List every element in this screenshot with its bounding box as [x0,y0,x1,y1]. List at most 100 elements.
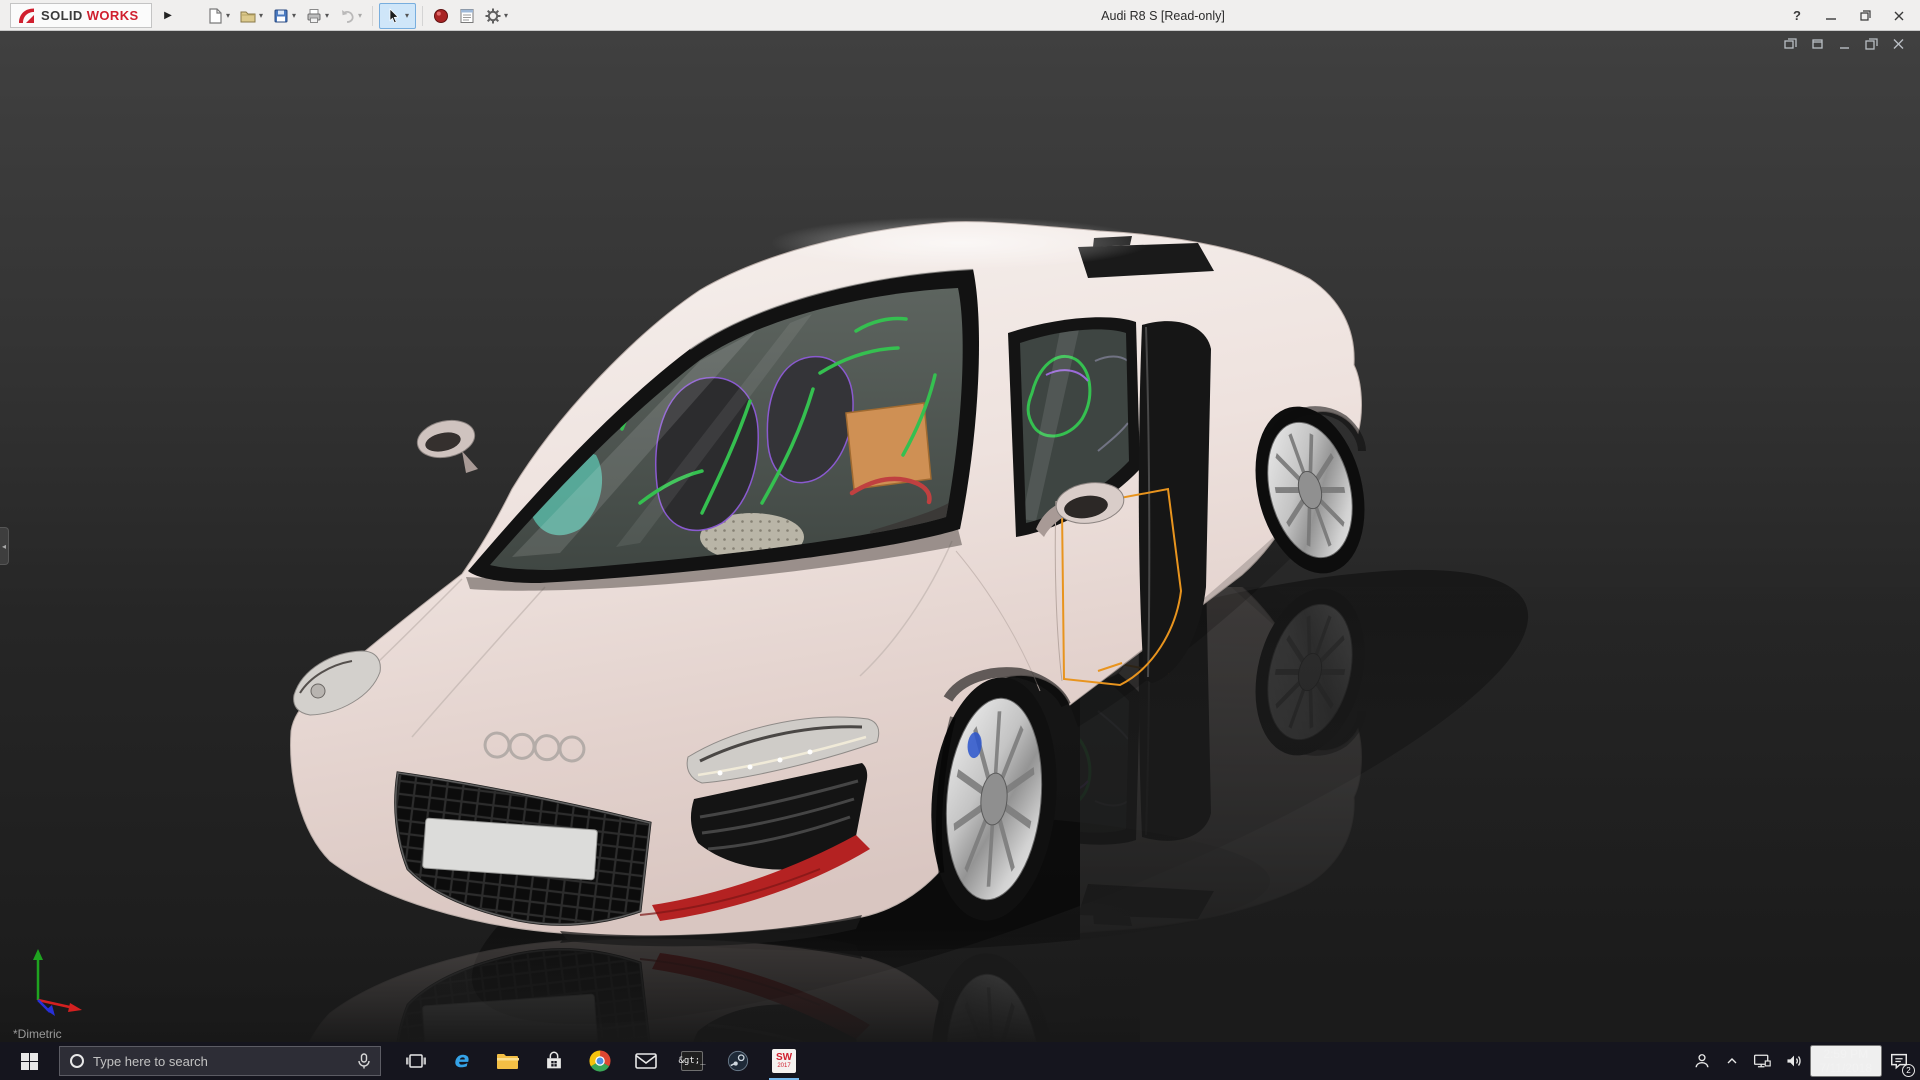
restore-button[interactable] [1850,3,1880,29]
microphone-icon[interactable] [357,1053,371,1069]
open-folder-icon [239,7,257,25]
chevron-up-icon [1724,1053,1740,1069]
action-center-button[interactable]: 2 [1882,1042,1916,1080]
titlebar: SOLID WORKS ▶ ▾ [0,0,1920,31]
minimize-icon [1825,10,1837,22]
network-button[interactable] [1746,1042,1778,1080]
save-caret-icon[interactable]: ▾ [292,11,300,20]
windows-start-icon [21,1053,38,1070]
search-input[interactable] [93,1054,349,1069]
minimize-button[interactable] [1816,3,1846,29]
solidworks-app-button[interactable]: SW 2017 [761,1042,807,1080]
logo-text-works: WORKS [87,8,139,23]
hidden-icons-button[interactable] [1718,1042,1746,1080]
system-tray: 2:59 PM 7/11/2018 2 [1686,1042,1920,1080]
options-caret-icon[interactable]: ▾ [504,11,512,20]
solidworks-app-icon: SW 2017 [772,1049,796,1073]
close-icon [1893,10,1905,22]
taskbar-clock[interactable]: 2:59 PM 7/11/2018 [1810,1045,1883,1077]
mail-icon [634,1051,658,1071]
orientation-triad[interactable] [20,942,94,1016]
doc-minimize-button[interactable] [1834,36,1854,52]
doc-close-button[interactable] [1888,36,1908,52]
doc-float-icon [1810,37,1825,51]
help-button[interactable]: ? [1782,3,1812,29]
viewport[interactable]: ◂ *Dimetric [0,31,1920,1042]
file-explorer-button[interactable] [485,1042,531,1080]
taskbar: e [0,1042,1920,1080]
doc-close-icon [1891,37,1906,51]
open-button[interactable] [236,4,260,28]
doc-restore-icon [1864,37,1879,51]
cortana-icon [69,1053,85,1069]
undo-caret-icon[interactable]: ▾ [358,11,366,20]
close-button[interactable] [1884,3,1914,29]
window-controls: ? [1782,0,1914,31]
options-button[interactable] [481,4,505,28]
task-view-button[interactable] [393,1042,439,1080]
taskbar-apps: e [393,1042,807,1080]
store-button[interactable] [531,1042,577,1080]
edge-icon: e [455,1050,470,1072]
people-button[interactable] [1686,1042,1718,1080]
collapse-arrow-icon: ◂ [2,542,6,551]
print-caret-icon[interactable]: ▾ [325,11,333,20]
undo-button[interactable] [335,4,359,28]
doc-cascade-button[interactable] [1780,36,1800,52]
notification-badge: 2 [1902,1064,1915,1077]
document-window-controls [1780,36,1908,52]
file-explorer-icon [496,1051,520,1071]
task-view-icon [405,1051,427,1071]
volume-button[interactable] [1778,1042,1810,1080]
new-document-button[interactable] [203,4,227,28]
solidworks-logo-icon [17,6,37,26]
help-icon: ? [1793,8,1801,23]
restore-icon [1859,9,1872,22]
terminal-button[interactable]: &gt;_ [669,1042,715,1080]
appearance-button[interactable] [429,4,453,28]
clock-date: 7/11/2018 [1820,1061,1873,1075]
select-tool-button[interactable] [382,4,406,28]
network-icon [1752,1052,1772,1070]
new-document-icon [206,7,224,25]
reflection-fade-rear [1080,587,1920,1042]
solidworks-icon-letters: SW [776,1053,792,1063]
doc-minimize-icon [1837,37,1852,51]
print-button[interactable] [302,4,326,28]
3d-scene-canvas[interactable] [0,31,1920,1042]
properties-button[interactable] [455,4,479,28]
steam-button[interactable] [715,1042,761,1080]
reflection-fade-front [0,929,1140,1042]
chrome-button[interactable] [577,1042,623,1080]
properties-sheet-icon [458,7,476,25]
doc-cascade-icon [1783,37,1798,51]
people-icon [1692,1051,1712,1071]
volume-icon [1784,1052,1804,1070]
doc-restore-button[interactable] [1861,36,1881,52]
clock-time: 2:59 PM [1823,1047,1868,1061]
steam-icon [727,1050,749,1072]
menu-expand-button[interactable]: ▶ [160,5,176,25]
start-button[interactable] [0,1042,59,1080]
panel-collapse-tab[interactable]: ◂ [0,527,9,565]
save-icon [272,7,290,25]
mail-button[interactable] [623,1042,669,1080]
doc-float-button[interactable] [1807,36,1827,52]
select-tool-caret-icon[interactable]: ▾ [405,11,413,20]
expand-arrow-icon: ▶ [164,10,172,21]
new-document-caret-icon[interactable]: ▾ [226,11,234,20]
save-button[interactable] [269,4,293,28]
taskbar-search[interactable] [59,1046,381,1076]
undo-icon [338,7,356,25]
toolbar-separator [422,6,423,26]
view-orientation-label: *Dimetric [13,1027,62,1041]
document-title: Audi R8 S [Read-only] [1101,9,1225,23]
logo-text-solid: SOLID [41,8,83,23]
gear-icon [484,7,502,25]
select-tool-active: ▾ [379,3,416,29]
open-caret-icon[interactable]: ▾ [259,11,267,20]
edge-button[interactable]: e [439,1042,485,1080]
screen: SOLID WORKS ▶ ▾ [0,0,1920,1080]
chrome-icon [589,1050,611,1072]
toolbar-separator [372,6,373,26]
